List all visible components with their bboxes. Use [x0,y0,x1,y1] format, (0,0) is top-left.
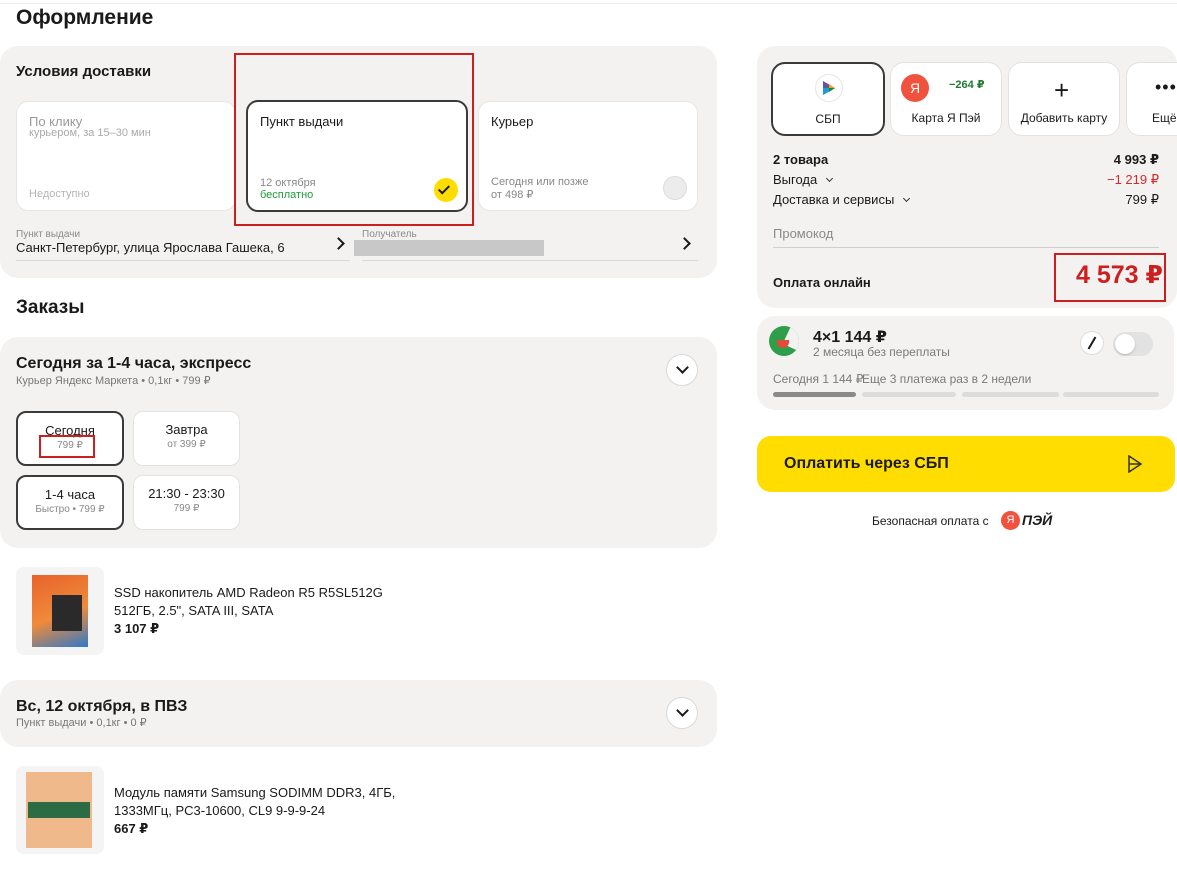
option-title: Курьер [491,114,534,129]
pay-method-sbp[interactable]: СБП [771,62,885,136]
orders-heading: Заказы [16,297,85,318]
highlight-box-pickup [234,53,474,226]
product-image-ssd[interactable] [16,567,104,655]
chevron-right-icon [678,237,691,250]
slot-title: 21:30 - 23:30 [148,486,225,501]
recipient-redacted [354,240,544,256]
group-title: Вс, 12 октября, в ПВЗ [16,698,188,715]
expand-button[interactable] [666,354,698,386]
slot-tomorrow[interactable]: Завтра от 399 ₽ [133,411,240,466]
slot-price: от 399 ₽ [167,439,206,450]
pay-method-more[interactable]: ••• Ещё [1126,62,1177,136]
delivery-heading: Условия доставки [16,63,152,80]
split-progress-4 [1063,392,1159,397]
option-note: Недоступно [29,188,90,200]
summary-benefit-label: Выгода [773,172,818,187]
group-subtitle: Пункт выдачи • 0,1кг • 0 ₽ [16,717,147,729]
summary-delivery-label: Доставка и сервисы [773,192,895,207]
split-toggle[interactable] [1113,332,1153,356]
delivery-option-click: По клику курьером, за 15–30 мин Недоступ… [16,101,236,211]
slot-title: 1-4 часа [44,487,96,502]
yandex-icon: Я [901,74,929,102]
plus-icon: + [1054,75,1070,105]
total-label: Оплата онлайн [773,275,871,290]
group-subtitle: Курьер Яндекс Маркета • 0,1кг • 799 ₽ [16,375,211,387]
highlight-box-price [39,435,95,458]
option-note: Сегодня или позже [491,176,589,188]
toggle-knob [1115,334,1135,354]
pay-method-label: Ещё [1152,111,1177,125]
slot-price: Быстро • 799 ₽ [35,504,105,515]
pickup-label: Пункт выдачи [16,229,81,240]
product-name[interactable]: Модуль памяти Samsung SODIMM DDR3, 4ГБ, [114,785,395,800]
chevron-down-icon [676,361,689,374]
chevron-down-icon [825,174,833,183]
summary-benefit[interactable]: Выгода −1 219 ₽ [773,172,1159,187]
yandex-pay-logo-icon: Я [1001,511,1020,530]
pay-method-yandex-card[interactable]: Я −264 ₽ Карта Я Пэй [890,62,1002,136]
pay-method-add-card[interactable]: + Добавить карту [1008,62,1120,136]
split-progress-3 [962,392,1059,397]
radio-icon[interactable] [663,176,687,200]
group-title: Сегодня за 1-4 часа, экспресс [16,355,252,372]
pickup-address: Санкт-Петербург, улица Ярослава Гашека, … [16,240,285,255]
slot-title: Завтра [165,422,208,437]
promo-input[interactable]: Промокод [773,222,1159,248]
summary-items-value: 4 993 ₽ [1113,152,1159,167]
sbp-icon [1128,455,1143,473]
slot-price: 799 ₽ [173,503,200,514]
option-price: от 498 ₽ [491,189,534,201]
pay-button-label: Оплатить через СБП [784,455,949,472]
pay-method-label: Карта Я Пэй [911,111,981,125]
pay-button[interactable]: Оплатить через СБП [757,436,1175,492]
slot-1-4-hours[interactable]: 1-4 часа Быстро • 799 ₽ [16,475,124,530]
promo-placeholder: Промокод [773,226,834,241]
product-name-2: 512ГБ, 2.5", SATA III, SATA [114,603,274,618]
split-progress-1 [773,392,856,397]
product-price: 667 ₽ [114,821,149,836]
summary-items-label: 2 товара [773,152,829,167]
split-subtitle: 2 месяца без переплаты [813,345,950,359]
summary-delivery[interactable]: Доставка и сервисы 799 ₽ [773,192,1159,207]
pickup-address-field[interactable]: Пункт выдачи Санкт-Петербург, улица Ярос… [16,229,350,261]
summary-items: 2 товара 4 993 ₽ [773,152,1159,167]
split-today: Сегодня 1 144 ₽ [773,372,864,386]
product-name[interactable]: SSD накопитель AMD Radeon R5 R5SL512G [114,585,383,600]
summary-delivery-value: 799 ₽ [1125,192,1159,207]
option-subtitle: курьером, за 15–30 мин [29,127,151,139]
product-image-ram[interactable] [16,766,104,854]
chevron-down-icon [902,194,910,203]
split-progress-2 [862,392,956,397]
split-title: 4×1 144 ₽ [813,329,887,346]
cashback-badge: −264 ₽ [949,79,985,91]
more-icon: ••• [1155,77,1177,97]
page-title: Оформление [16,6,154,29]
split-icon [769,326,799,356]
product-price: 3 107 ₽ [114,621,160,636]
delivery-option-courier[interactable]: Курьер Сегодня или позже от 498 ₽ [478,101,698,211]
recipient-field[interactable]: Получатель [354,229,698,261]
yandex-pay-brand: ПЭЙ [1022,512,1053,528]
product-name-2: 1333МГц, PC3-10600, CL9 9-9-9-24 [114,803,326,818]
chevron-right-icon [332,237,345,250]
highlight-box-total [1054,253,1166,302]
sbp-icon [815,74,843,102]
secure-text: Безопасная оплата с [872,514,989,528]
pay-method-label: Добавить карту [1020,111,1108,125]
split-next: Еще 3 платежа раз в 2 недели [862,372,1032,386]
pay-method-label: СБП [815,112,841,126]
top-border [0,0,1177,4]
recipient-label: Получатель [362,229,417,240]
expand-button[interactable] [666,697,698,729]
summary-benefit-value: −1 219 ₽ [1106,172,1159,187]
slot-evening[interactable]: 21:30 - 23:30 799 ₽ [133,475,240,530]
chevron-down-icon [676,704,689,717]
split-info-icon[interactable] [1080,331,1104,355]
